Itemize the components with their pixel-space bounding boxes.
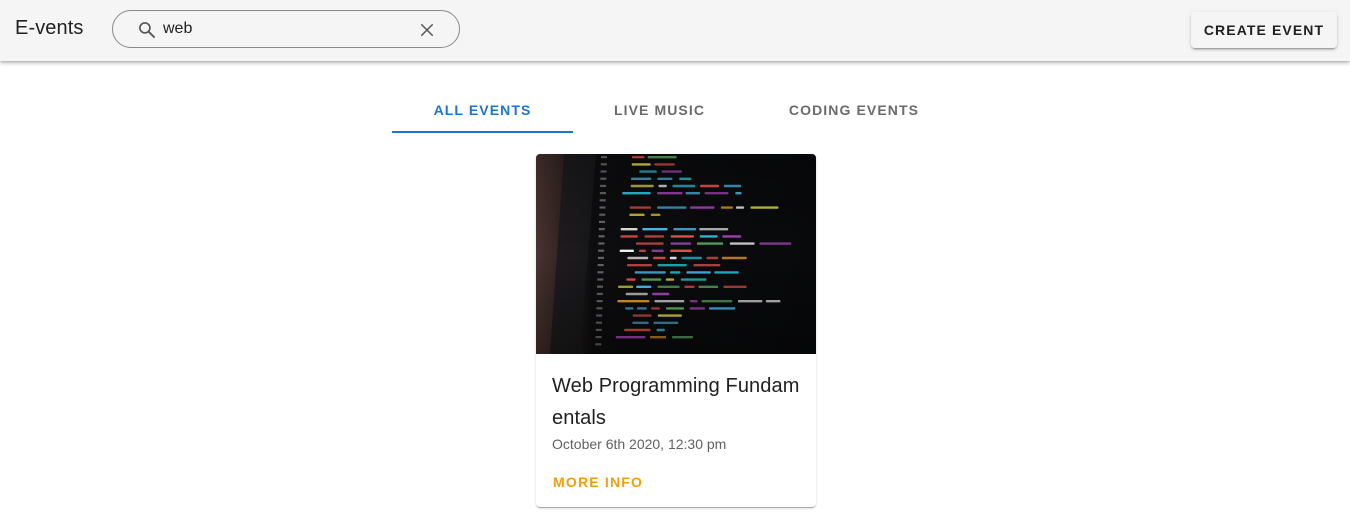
create-event-button[interactable]: CREATE EVENT: [1191, 12, 1337, 48]
search-icon: [139, 22, 155, 38]
more-info-button[interactable]: MORE INFO: [544, 465, 646, 499]
event-card[interactable]: Web Programming Fundamentals October 6th…: [536, 154, 816, 507]
search-input[interactable]: [163, 16, 403, 42]
search-box[interactable]: [112, 10, 460, 48]
tab-live-music[interactable]: LIVE MUSIC: [573, 86, 746, 134]
active-tab-indicator: [392, 131, 573, 133]
close-icon[interactable]: [418, 21, 436, 39]
event-image: [536, 154, 816, 354]
event-title: Web Programming Fundamentals: [552, 375, 800, 429]
event-date: October 6th 2020, 12:30 pm: [552, 436, 727, 452]
app-title: E-vents: [15, 17, 84, 39]
tab-all-events[interactable]: ALL EVENTS: [392, 86, 573, 134]
app-bar: E-vents CREATE EVENT: [0, 0, 1350, 61]
tab-coding-events[interactable]: CODING EVENTS: [746, 86, 962, 134]
